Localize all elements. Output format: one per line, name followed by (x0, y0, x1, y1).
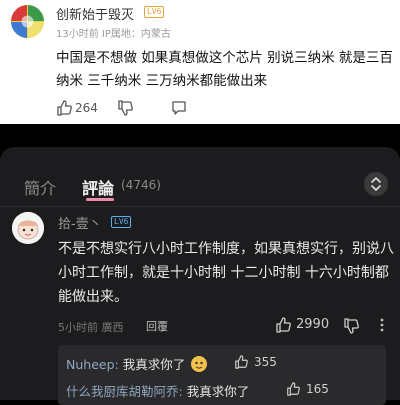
comment-meta: 5小时前 廣西 (58, 321, 124, 334)
post-username[interactable]: 创新始于毁灭 (56, 4, 134, 23)
post-level-badge: LV6 (144, 6, 165, 18)
comment-username[interactable]: 拾-壹丶 (58, 213, 102, 232)
thumbs-up-icon[interactable] (286, 382, 300, 396)
emoji-icon (191, 356, 208, 372)
reply-button[interactable]: 回覆 (146, 318, 168, 334)
post-text: 中国是不想做 如果真想做这个芯片 别说三纳米 就是三百纳米 三千纳米 三万纳米都… (56, 50, 393, 89)
comment-count: (4746) (121, 178, 161, 192)
original-post: 创新始于毁灭 LV6 13小时前 IP属地：内蒙古 中国是不想做 如果真想做这个… (0, 0, 400, 124)
divider (0, 206, 400, 207)
thumbs-down-icon[interactable] (117, 100, 133, 116)
active-tab-indicator (86, 198, 114, 201)
more-icon[interactable] (374, 317, 390, 333)
comment-level-badge: LV6 (111, 216, 132, 228)
thumbs-up-icon[interactable] (234, 355, 248, 369)
reply-like-count: 355 (254, 355, 277, 369)
thumbs-up-icon[interactable] (56, 100, 72, 116)
collapse-button[interactable] (364, 172, 388, 196)
thumbs-down-icon[interactable] (343, 318, 359, 334)
comment-icon[interactable] (171, 100, 187, 116)
post-avatar[interactable] (11, 5, 44, 38)
reply-user[interactable]: Nuheep (66, 357, 115, 372)
comments-panel: 簡介 評論 (4746) 拾-壹丶 LV6 不是不想实行八小时工作制度，如果真想… (0, 147, 400, 405)
post-meta: 13小时前 IP属地：内蒙古 (56, 29, 171, 40)
chevron-collapse-icon (371, 177, 381, 191)
avatar-image (12, 212, 44, 244)
post-actions: 264 (56, 100, 376, 118)
reply-preview[interactable]: Nuheep: 我真求你了 355 什么我厨库胡勒阿乔: 我真求你了 165 (58, 345, 386, 405)
tab-intro[interactable]: 簡介 (24, 175, 56, 199)
reply-text: 我真求你了 (186, 384, 250, 399)
reply-user[interactable]: 什么我厨库胡勒阿乔 (66, 384, 179, 399)
thumbs-up-icon[interactable] (275, 317, 291, 333)
reply-item[interactable]: 什么我厨库胡勒阿乔: 我真求你了 (66, 381, 249, 400)
tab-comments[interactable]: 評論 (82, 175, 114, 199)
reply-text: 我真求你了 (122, 357, 186, 372)
avatar-image (11, 5, 44, 38)
comment-text: 不是不想实行八小时工作制度，如果真想实行，别说八小时工作制，就是十小时制 十二小… (58, 241, 394, 305)
reply-like-count: 165 (306, 382, 329, 396)
reply-item[interactable]: Nuheep: 我真求你了 (66, 354, 208, 373)
comment-like-count: 2990 (296, 317, 330, 332)
comment-avatar[interactable] (12, 212, 44, 244)
post-like-count: 264 (75, 101, 98, 115)
